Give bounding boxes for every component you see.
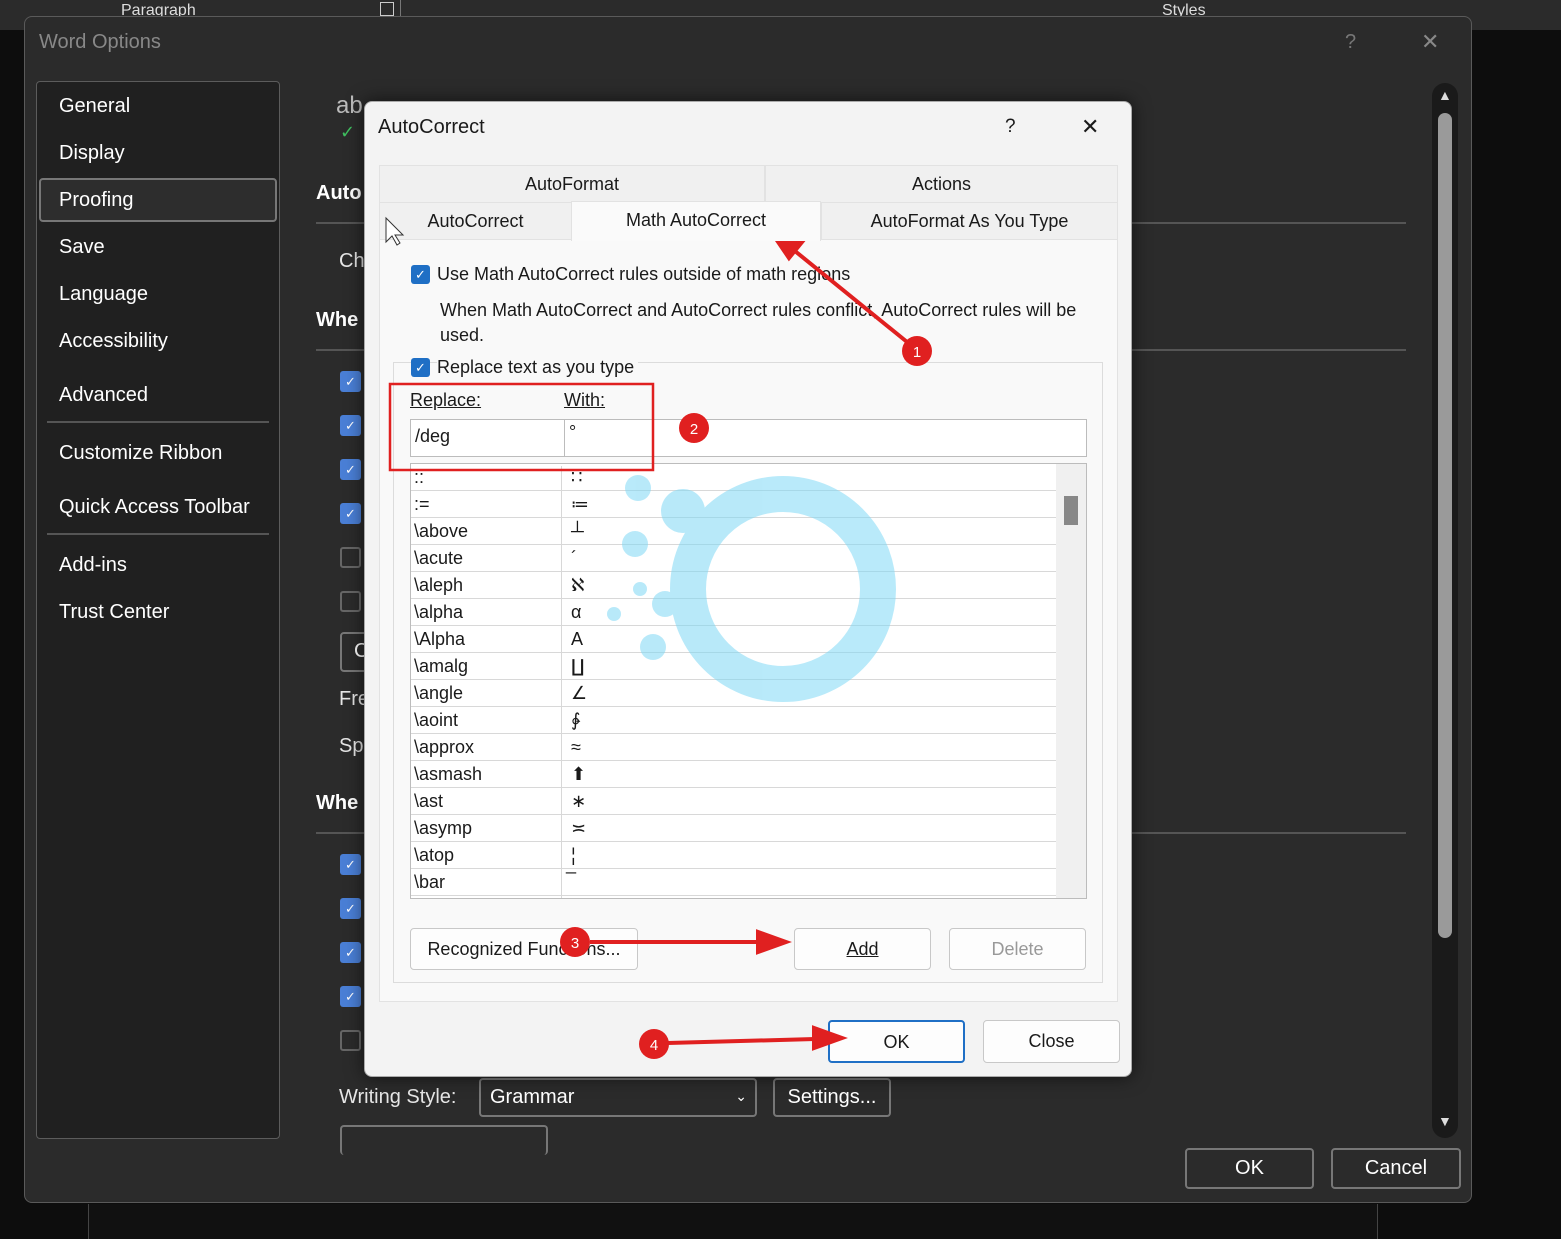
arrow-4 (667, 1037, 816, 1045)
step-number-4: 4 (650, 1037, 658, 1054)
watermark-logo (607, 475, 896, 702)
tab-math-autocorrect[interactable]: Math AutoCorrect (571, 201, 821, 241)
step-number-2: 2 (690, 421, 698, 438)
arrow-1 (788, 245, 914, 348)
step-number-3: 3 (571, 935, 579, 952)
highlight-box (388, 382, 655, 472)
arrowhead-4 (812, 1025, 848, 1051)
step-number-1: 1 (913, 344, 921, 361)
mouse-cursor-icon (385, 216, 405, 246)
annotation-overlay: 1 2 3 4 (385, 216, 932, 1059)
arrowhead-3 (756, 929, 792, 955)
